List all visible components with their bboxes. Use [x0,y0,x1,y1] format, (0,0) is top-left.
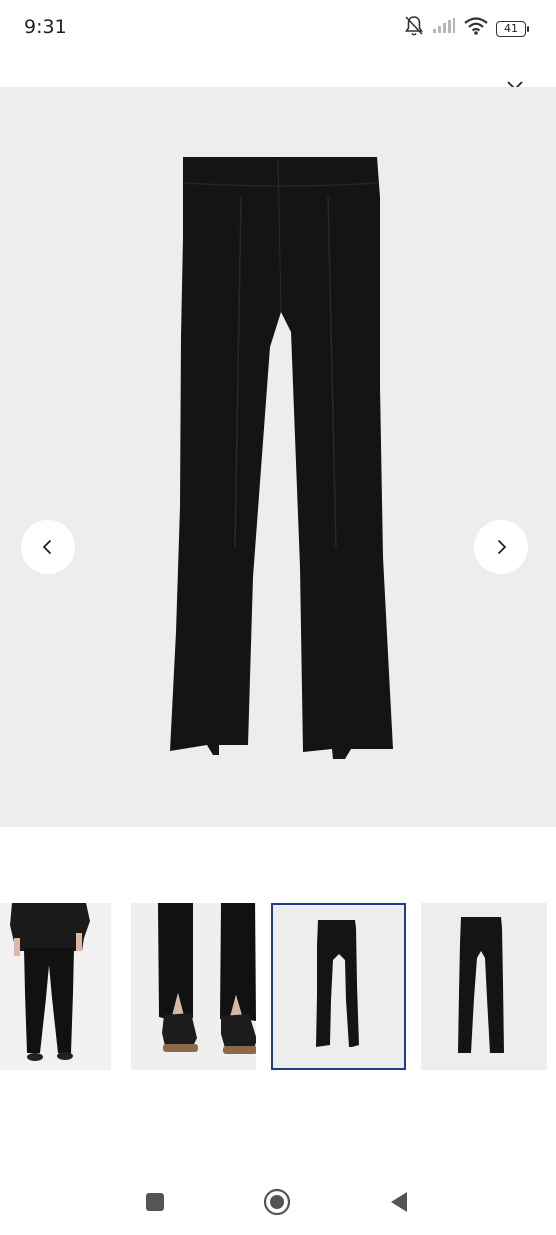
next-image-button[interactable] [474,520,528,574]
trousers-image [170,157,393,759]
back-icon [391,1192,407,1212]
thumbnail-flat-back[interactable] [421,903,547,1070]
status-icons: 41 [404,15,529,42]
previous-image-button[interactable] [21,520,75,574]
status-time: 9:31 [24,16,67,38]
battery-level: 41 [504,22,518,35]
recent-apps-button[interactable] [145,1192,165,1217]
recent-apps-icon [146,1193,164,1211]
thumbnail-flat-front[interactable] [271,903,406,1070]
battery-icon: 41 [496,20,529,37]
status-bar: 9:31 41 [0,0,556,56]
thumbnail-split-detail[interactable] [131,903,256,1070]
thumbnail-model-back[interactable] [0,903,111,1070]
wifi-icon [464,17,488,40]
system-navigation-bar [0,1160,556,1235]
bell-off-icon [404,15,424,42]
back-button[interactable] [388,1190,410,1219]
chevron-left-icon [42,539,52,555]
signal-icon [432,18,456,39]
thumbnail-strip [0,903,556,1071]
home-icon [263,1188,291,1216]
home-button[interactable] [263,1188,291,1221]
chevron-right-icon [497,539,507,555]
main-product-image[interactable] [0,87,556,827]
